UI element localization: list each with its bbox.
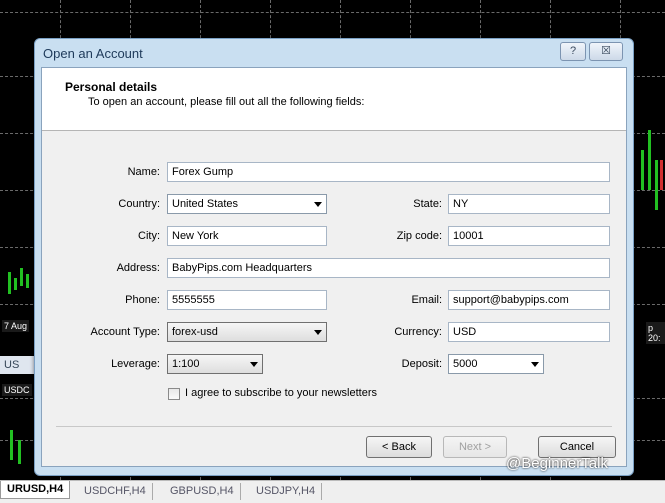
account-type-value: forex-usd (172, 326, 218, 338)
country-label: Country: (118, 198, 160, 210)
back-button[interactable]: < Back (366, 436, 432, 458)
chart-candle (10, 430, 13, 460)
tab-gbpusd[interactable]: GBPUSD,H4 (164, 483, 241, 500)
address-label: Address: (116, 262, 160, 274)
leverage-value: 1:100 (172, 358, 200, 370)
side-window-tab-label: US (4, 359, 20, 371)
dialog-title: Open an Account (43, 46, 143, 61)
deposit-value: 5000 (453, 358, 478, 370)
state-label: State: (413, 198, 442, 210)
chart-candle (648, 130, 651, 190)
zip-label: Zip code: (396, 230, 442, 242)
email-field[interactable]: support@babypips.com (448, 290, 610, 310)
leverage-select[interactable]: 1:100 (167, 354, 263, 374)
next-button[interactable]: Next > (443, 436, 507, 458)
side-window-tab[interactable]: US (0, 356, 34, 374)
chart-candle (20, 268, 23, 286)
phone-field[interactable]: 5555555 (167, 290, 327, 310)
newsletter-label[interactable]: I agree to subscribe to your newsletters (185, 387, 377, 399)
watermark-text: @BeginnerTalk (506, 455, 608, 472)
date-tag-left: 7 Aug (2, 320, 30, 332)
header-title: Personal details (65, 80, 158, 94)
account-type-select[interactable]: forex-usd (167, 322, 327, 342)
city-label: City: (138, 230, 160, 242)
chart-candle (18, 440, 21, 464)
email-label: Email: (411, 294, 442, 306)
account-type-label: Account Type: (90, 326, 160, 338)
chart-candle (660, 160, 663, 190)
open-account-dialog: Open an Account ? ☒ Personal details To … (34, 38, 634, 476)
tab-eurusd[interactable]: URUSD,H4 (0, 481, 71, 499)
address-field[interactable]: BabyPips.com Headquarters (167, 258, 610, 278)
symbol-tag-left: USDC (2, 384, 32, 396)
chevron-down-icon (250, 362, 258, 367)
deposit-select[interactable]: 5000 (448, 354, 544, 374)
chevron-down-icon (314, 330, 322, 335)
header-subtitle: To open an account, please fill out all … (88, 96, 365, 108)
currency-label: Currency: (394, 326, 442, 338)
city-field[interactable]: New York (167, 226, 327, 246)
close-button[interactable]: ☒ (589, 42, 623, 61)
chart-candle (655, 160, 658, 210)
tab-usdjpy[interactable]: USDJPY,H4 (250, 483, 323, 500)
state-field[interactable]: NY (448, 194, 610, 214)
chevron-down-icon (314, 202, 322, 207)
dialog-header: Personal details To open an account, ple… (42, 68, 626, 131)
country-value: United States (172, 198, 239, 210)
chevron-down-icon (531, 362, 539, 367)
chart-candle (8, 272, 11, 294)
zip-field[interactable]: 10001 (448, 226, 610, 246)
grid-line (0, 12, 665, 13)
phone-label: Phone: (125, 294, 160, 306)
chart-candle (14, 278, 17, 290)
chart-candle (641, 150, 644, 190)
date-tag-right: p 20: (646, 322, 665, 344)
divider (56, 426, 612, 427)
newsletter-checkbox[interactable] (168, 388, 180, 400)
country-select[interactable]: United States (167, 194, 327, 214)
dialog-body: Personal details To open an account, ple… (41, 67, 627, 467)
chart-tab-bar: URUSD,H4 USDCHF,H4 GBPUSD,H4 USDJPY,H4 (0, 480, 665, 503)
currency-field[interactable]: USD (448, 322, 610, 342)
chart-candle (26, 274, 29, 288)
help-button[interactable]: ? (560, 42, 586, 61)
name-label: Name: (127, 166, 160, 178)
close-icon: ☒ (601, 45, 611, 57)
tab-usdchf[interactable]: USDCHF,H4 (78, 483, 153, 500)
leverage-label: Leverage: (111, 358, 160, 370)
name-field[interactable]: Forex Gump (167, 162, 610, 182)
deposit-label: Deposit: (401, 358, 442, 370)
